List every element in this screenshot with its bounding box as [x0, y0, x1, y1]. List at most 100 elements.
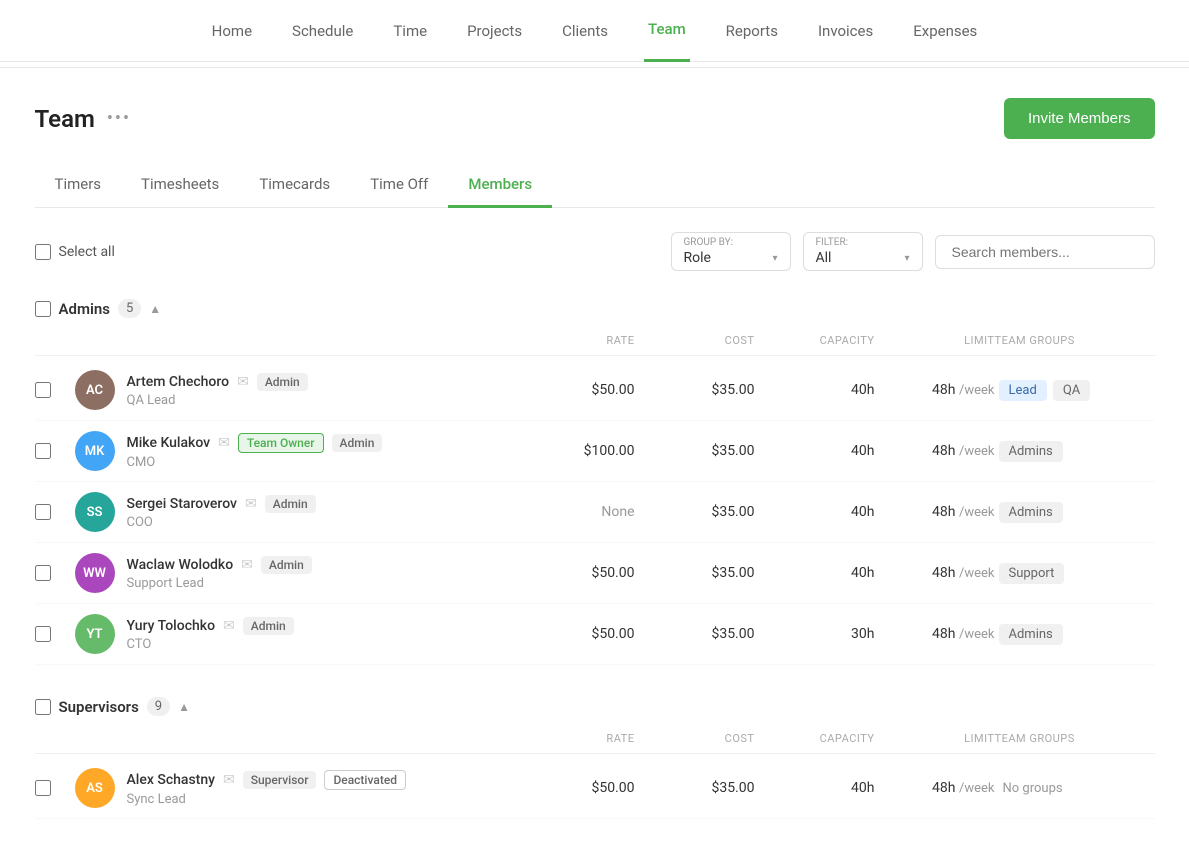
- tab-members[interactable]: Members: [448, 163, 552, 208]
- member-info: AS Alex Schastny ✉ Supervisor Deactivate…: [75, 768, 515, 808]
- group-admins-count: 5: [118, 299, 141, 318]
- avatar-initials: MK: [85, 444, 105, 459]
- group-by-select[interactable]: GROUP BY: Role ▾: [671, 232, 791, 271]
- email-icon[interactable]: ✉: [237, 374, 249, 390]
- nav-team[interactable]: Team: [644, 0, 690, 62]
- email-icon[interactable]: ✉: [245, 496, 257, 512]
- nav-items: Home Schedule Time Projects Clients Team…: [208, 0, 982, 62]
- member-name: Mike Kulakov: [127, 435, 211, 451]
- avatar-initials: YT: [86, 627, 102, 642]
- row-checkbox[interactable]: [35, 382, 51, 398]
- tab-time-off[interactable]: Time Off: [350, 163, 448, 208]
- group-by-chevron-icon: ▾: [772, 253, 777, 264]
- nav-projects[interactable]: Projects: [463, 0, 526, 62]
- select-all-label[interactable]: Select all: [35, 244, 115, 260]
- member-info: SS Sergei Staroverov ✉ Admin COO: [75, 492, 515, 532]
- row-checkbox[interactable]: [35, 443, 51, 459]
- toolbar-left: Select all: [35, 244, 115, 260]
- nav-clients[interactable]: Clients: [558, 0, 612, 62]
- member-name: Alex Schastny: [127, 772, 216, 788]
- row-checkbox[interactable]: [35, 780, 51, 796]
- member-name-row: Artem Chechoro ✉ Admin: [127, 373, 308, 391]
- row-checkbox[interactable]: [35, 626, 51, 642]
- group-admins-checkbox[interactable]: [35, 301, 51, 317]
- member-name: Sergei Staroverov: [127, 496, 238, 512]
- capacity-cell: 40h: [755, 504, 875, 520]
- group-admins-toggle-icon[interactable]: ▲: [149, 302, 161, 316]
- page-title: Team: [35, 105, 95, 133]
- select-all-text: Select all: [59, 244, 115, 260]
- invite-members-button[interactable]: Invite Members: [1004, 98, 1155, 139]
- group-supervisors-count: 9: [147, 697, 170, 716]
- search-input[interactable]: [935, 235, 1155, 269]
- row-checkbox[interactable]: [35, 565, 51, 581]
- team-group-tag: Lead: [999, 380, 1047, 401]
- nav-time[interactable]: Time: [389, 0, 431, 62]
- limit-cell: 48h /week: [875, 626, 995, 642]
- limit-cell: 48h /week: [875, 382, 995, 398]
- page-title-row: Team •••: [35, 105, 132, 133]
- nav-home[interactable]: Home: [208, 0, 256, 62]
- limit-period: /week: [959, 505, 995, 520]
- team-groups-cell: Admins: [995, 502, 1155, 523]
- group-supervisors-checkbox[interactable]: [35, 699, 51, 715]
- avatar-initials: WW: [83, 566, 106, 581]
- limit-period: /week: [959, 444, 995, 459]
- group-supervisors-toggle-icon[interactable]: ▲: [178, 700, 190, 714]
- col-cost-header: COST: [635, 334, 755, 347]
- email-icon[interactable]: ✉: [223, 772, 235, 788]
- cost-cell: $35.00: [635, 565, 755, 581]
- col-limit-header: LIMIT: [875, 334, 995, 347]
- member-badge-admin: Admin: [243, 617, 294, 635]
- tab-timecards[interactable]: Timecards: [239, 163, 350, 208]
- avatar: SS: [75, 492, 115, 532]
- rate-cell: None: [515, 504, 635, 520]
- nav-reports[interactable]: Reports: [722, 0, 782, 62]
- filter-select[interactable]: FILTER: All ▾: [803, 232, 923, 271]
- col-team-groups-header: TEAM GROUPS: [995, 732, 1155, 745]
- limit-period: /week: [959, 781, 995, 796]
- table-row: AS Alex Schastny ✉ Supervisor Deactivate…: [35, 758, 1155, 819]
- capacity-cell: 40h: [755, 382, 875, 398]
- more-options-icon[interactable]: •••: [107, 108, 131, 129]
- cost-cell: $35.00: [635, 504, 755, 520]
- email-icon[interactable]: ✉: [218, 435, 230, 451]
- row-checkbox[interactable]: [35, 504, 51, 520]
- member-details: Sergei Staroverov ✉ Admin COO: [127, 495, 316, 530]
- group-by-label: GROUP BY:: [684, 237, 778, 248]
- member-badge-deactivated: Deactivated: [324, 770, 406, 790]
- nav-invoices[interactable]: Invoices: [814, 0, 877, 62]
- cost-cell: $35.00: [635, 382, 755, 398]
- email-icon[interactable]: ✉: [241, 557, 253, 573]
- member-name: Artem Chechoro: [127, 374, 230, 390]
- limit-value: 48h: [932, 565, 955, 581]
- limit-period: /week: [959, 627, 995, 642]
- member-name-row: Waclaw Wolodko ✉ Admin: [127, 556, 312, 574]
- tab-timesheets[interactable]: Timesheets: [121, 163, 239, 208]
- tab-timers[interactable]: Timers: [35, 163, 122, 208]
- team-group-tag: Admins: [999, 502, 1063, 523]
- nav-schedule[interactable]: Schedule: [288, 0, 357, 62]
- cost-cell: $35.00: [635, 443, 755, 459]
- member-details: Mike Kulakov ✉ Team Owner Admin CMO: [127, 433, 383, 470]
- col-rate-header: RATE: [515, 732, 635, 745]
- nav-expenses[interactable]: Expenses: [909, 0, 981, 62]
- capacity-cell: 40h: [755, 565, 875, 581]
- group-supervisors-title: Supervisors: [59, 698, 139, 716]
- team-group-tag: QA: [1053, 380, 1090, 401]
- member-badge-admin: Admin: [332, 434, 383, 452]
- rate-cell: $50.00: [515, 626, 635, 642]
- team-groups-cell: Admins: [995, 624, 1155, 645]
- table-row: MK Mike Kulakov ✉ Team Owner Admin CMO $…: [35, 421, 1155, 482]
- member-role: COO: [127, 515, 316, 530]
- filter-label: FILTER:: [816, 237, 910, 248]
- email-icon[interactable]: ✉: [223, 618, 235, 634]
- member-role: CTO: [127, 637, 294, 652]
- member-name-row: Yury Tolochko ✉ Admin: [127, 617, 294, 635]
- member-name-row: Mike Kulakov ✉ Team Owner Admin: [127, 433, 383, 453]
- member-info: AC Artem Chechoro ✉ Admin QA Lead: [75, 370, 515, 410]
- rate-cell: $100.00: [515, 443, 635, 459]
- limit-period: /week: [959, 383, 995, 398]
- select-all-checkbox[interactable]: [35, 244, 51, 260]
- member-badge-admin: Admin: [265, 495, 316, 513]
